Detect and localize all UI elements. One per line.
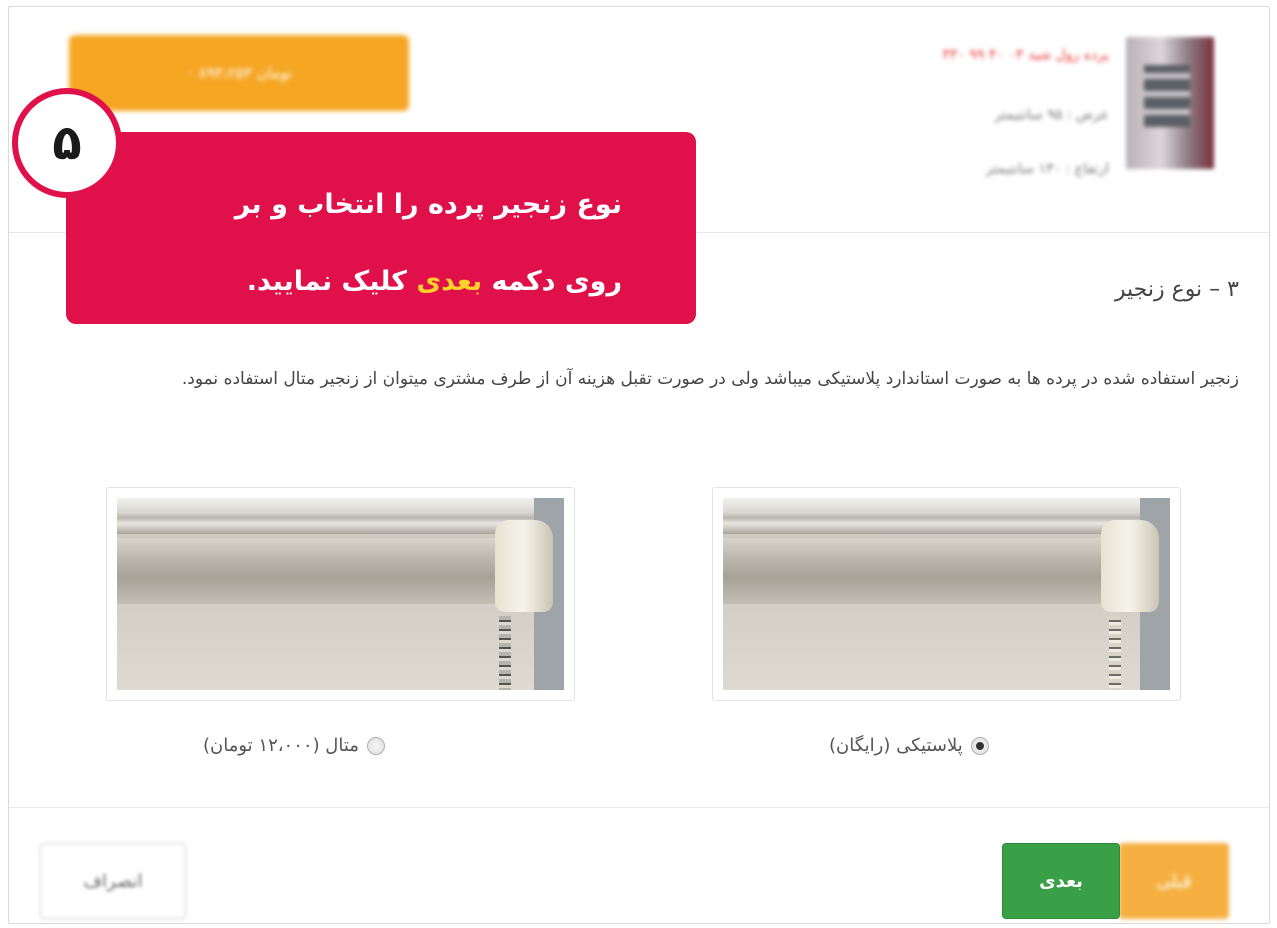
shade-rail — [117, 498, 547, 534]
shade-roll — [117, 538, 537, 604]
step-number-badge: ۵ — [12, 88, 122, 198]
callout-text-end: کلیک نمایید. — [246, 266, 417, 297]
callout-highlight: بعدی — [416, 266, 483, 297]
product-width: عرض : ۹۵ سانتیمتر — [994, 107, 1109, 123]
dialog-footer: قبلی بعدی انصراف — [9, 807, 1269, 923]
radio-metal[interactable] — [366, 736, 385, 755]
callout-text: روی دکمه — [482, 266, 622, 297]
option-image-plastic[interactable] — [712, 487, 1181, 701]
option-plastic-label: پلاستیکی (رایگان) — [829, 735, 963, 756]
callout-line-2: روی دکمه بعدی کلیک نمایید. — [106, 243, 622, 320]
cancel-button[interactable]: انصراف — [40, 843, 186, 919]
option-metal[interactable]: متال (۱۲،۰۰۰ تومان) — [203, 735, 385, 756]
roller-shade-plastic-chain-image — [723, 498, 1170, 690]
option-metal-label: متال (۱۲،۰۰۰ تومان) — [203, 735, 359, 756]
metal-chain — [499, 616, 511, 690]
shade-bracket — [1101, 520, 1159, 612]
step-description: زنجیر استفاده شده در پرده ها به صورت است… — [181, 369, 1239, 389]
option-plastic[interactable]: پلاستیکی (رایگان) — [829, 735, 989, 756]
product-title[interactable]: پرده رول شید ۰۳ ۴۰ ۹۹ ۳۳۰ — [942, 47, 1109, 63]
option-image-metal[interactable] — [106, 487, 575, 701]
shade-fabric — [117, 602, 537, 690]
shade-rail — [723, 498, 1153, 534]
next-button[interactable]: بعدی — [1002, 843, 1120, 919]
shade-bracket — [495, 520, 553, 612]
roller-shade-metal-chain-image — [117, 498, 564, 690]
price-button[interactable]: ۰ ۸۹۳،۲۵۳ تومان — [69, 35, 409, 111]
callout-line-1: نوع زنجیر پرده را انتخاب و بر — [234, 189, 622, 220]
prev-button[interactable]: قبلی — [1119, 843, 1229, 919]
product-thumbnail — [1126, 37, 1214, 169]
shade-fabric — [723, 602, 1143, 690]
radio-plastic[interactable] — [970, 736, 989, 755]
product-height: ارتفاع : ۱۳۰ سانتیمتر — [985, 161, 1109, 177]
shade-roll — [723, 538, 1143, 604]
plastic-chain — [1109, 616, 1121, 690]
step-title: ۳ – نوع زنجیر — [1114, 277, 1239, 302]
tutorial-callout: نوع زنجیر پرده را انتخاب و بر روی دکمه ب… — [66, 132, 696, 324]
